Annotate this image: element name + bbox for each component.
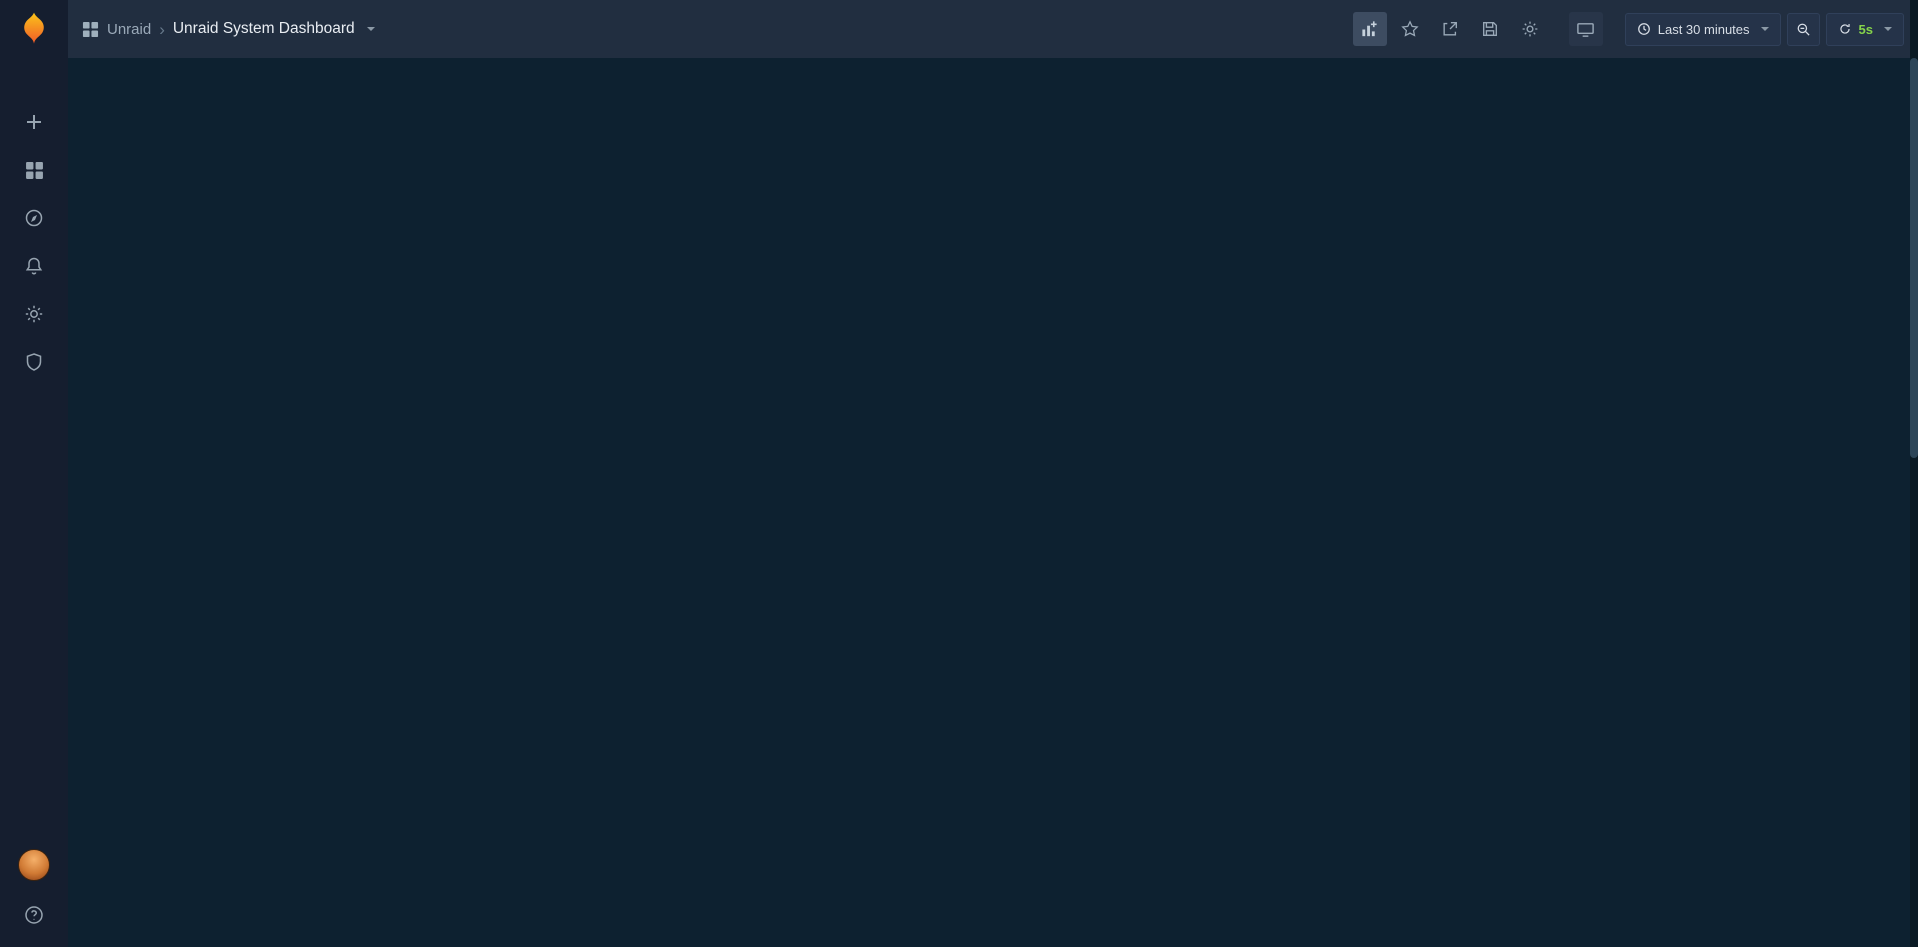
scrollbar-thumb[interactable] [1910, 58, 1918, 458]
chevron-right-icon: › [159, 21, 165, 38]
share-button[interactable] [1433, 12, 1467, 46]
tv-kiosk-icon[interactable] [1569, 12, 1603, 46]
refresh-interval: 5s [1859, 22, 1873, 37]
refresh-icon [1838, 22, 1852, 36]
dashboard-title[interactable]: Unraid System Dashboard [173, 20, 355, 38]
breadcrumb: Unraid › Unraid System Dashboard [82, 20, 375, 38]
grafana-logo-icon[interactable] [0, 0, 68, 58]
user-avatar[interactable] [18, 849, 50, 881]
dashboard: kWh Price 0.65 Currency kr UPS Max Outpu… [68, 58, 96, 70]
dashboards-icon[interactable] [12, 150, 56, 190]
breadcrumb-folder[interactable]: Unraid [107, 21, 151, 38]
clock-icon [1637, 22, 1651, 36]
save-button[interactable] [1473, 12, 1507, 46]
caret-down-icon[interactable] [367, 27, 375, 31]
page-scrollbar[interactable] [1910, 0, 1918, 947]
add-panel-button[interactable] [1353, 12, 1387, 46]
server-admin-shield-icon[interactable] [12, 342, 56, 382]
navbar: Unraid › Unraid System Dashboard Last 30… [68, 0, 1918, 58]
explore-compass-icon[interactable] [12, 198, 56, 238]
sidebar [0, 0, 68, 947]
apps-grid-icon [82, 21, 99, 38]
search-minus-icon [1796, 22, 1811, 37]
help-icon[interactable] [12, 899, 56, 931]
star-button[interactable] [1393, 12, 1427, 46]
refresh-button[interactable]: 5s [1826, 13, 1904, 46]
caret-down-icon [1761, 27, 1769, 31]
dashboard-settings-gear-icon[interactable] [1513, 12, 1547, 46]
caret-down-icon [1884, 27, 1892, 31]
configuration-gear-icon[interactable] [12, 294, 56, 334]
alerting-bell-icon[interactable] [12, 246, 56, 286]
sidebar-nav [12, 102, 56, 382]
time-range-picker[interactable]: Last 30 minutes [1625, 13, 1781, 46]
zoom-out-button[interactable] [1787, 13, 1820, 46]
create-plus-icon[interactable] [12, 102, 56, 142]
